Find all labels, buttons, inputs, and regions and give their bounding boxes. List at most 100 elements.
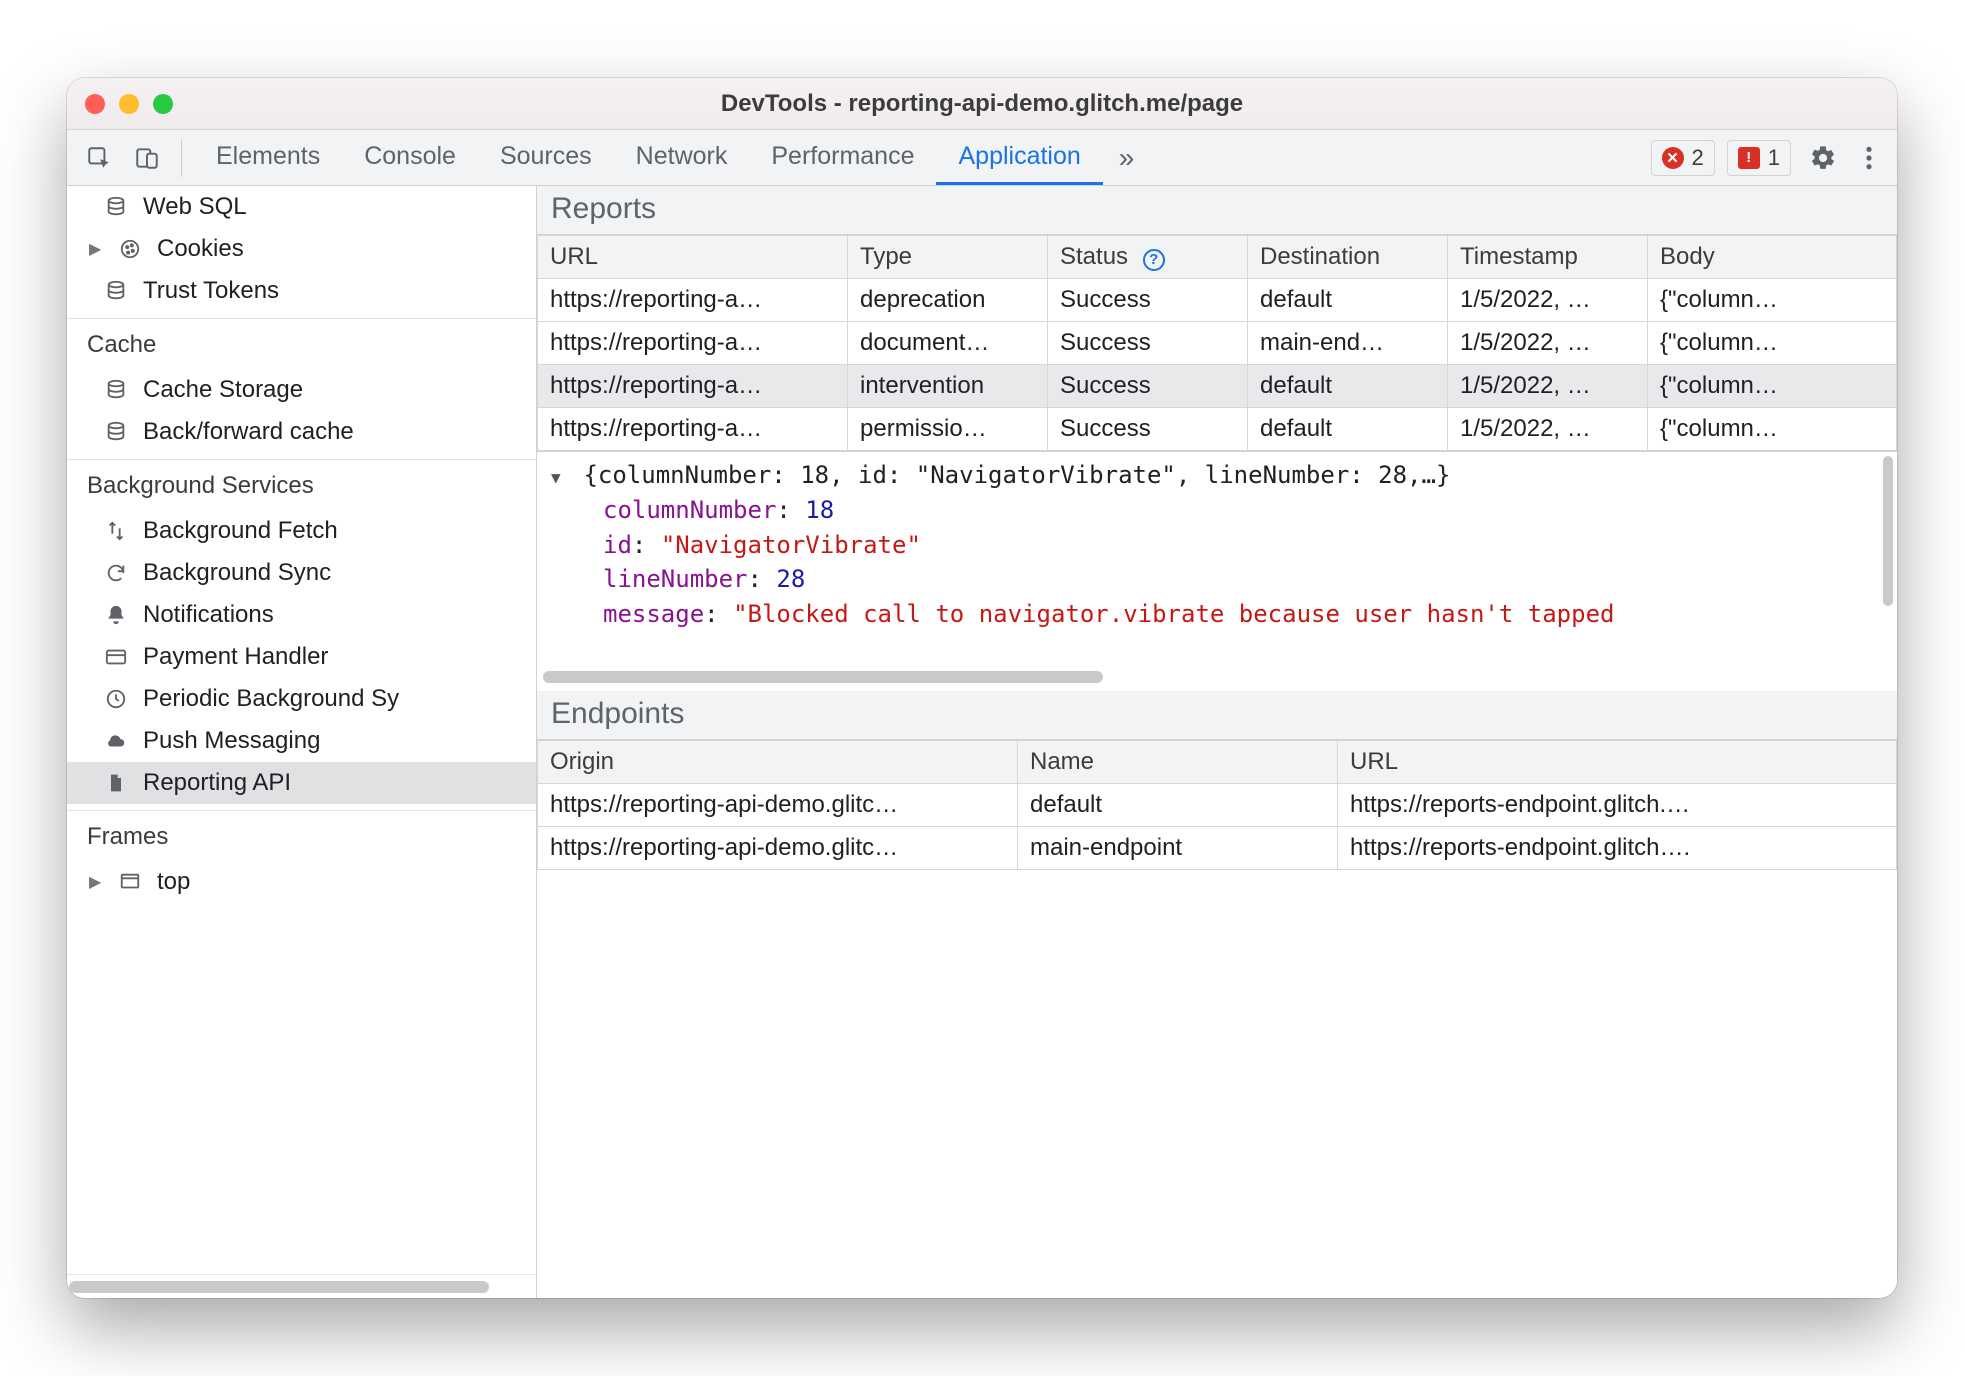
sidebar-item-payment-handler[interactable]: Payment Handler: [67, 636, 536, 678]
table-row[interactable]: https://reporting-a… deprecation Success…: [538, 279, 1897, 322]
database-icon: [103, 419, 129, 445]
tab-sources[interactable]: Sources: [478, 130, 614, 185]
bell-icon: [103, 602, 129, 628]
storage-group: Web SQL ▶ Cookies Trust Tokens: [67, 186, 536, 318]
tab-elements[interactable]: Elements: [194, 130, 342, 185]
table-row[interactable]: https://reporting-api-demo.glitc… main-e…: [538, 827, 1897, 870]
database-icon: [103, 377, 129, 403]
file-icon: [103, 770, 129, 796]
sidebar-section-bgservices: Background Services: [67, 459, 536, 510]
col-status[interactable]: Status ?: [1048, 236, 1248, 279]
col-body[interactable]: Body: [1648, 236, 1897, 279]
issue-icon: !: [1738, 147, 1760, 169]
sidebar-item-label: Reporting API: [143, 769, 291, 797]
devtools-window: DevTools - reporting-api-demo.glitch.me/…: [67, 78, 1897, 1298]
sidebar-item-reporting-api[interactable]: Reporting API: [67, 762, 536, 804]
sidebar-item-bg-fetch[interactable]: Background Fetch: [67, 510, 536, 552]
col-origin[interactable]: Origin: [538, 741, 1018, 784]
help-icon[interactable]: ?: [1143, 249, 1165, 271]
database-icon: [103, 278, 129, 304]
sidebar-item-bg-sync[interactable]: Background Sync: [67, 552, 536, 594]
titlebar: DevTools - reporting-api-demo.glitch.me/…: [67, 78, 1897, 130]
content-pane: Reports URL Type Status ? Destination Ti…: [537, 186, 1897, 1298]
sidebar-item-periodic-bg-sync[interactable]: Periodic Background Sy: [67, 678, 536, 720]
sidebar-item-cache-storage[interactable]: Cache Storage: [67, 369, 536, 411]
scrollbar-thumb[interactable]: [1883, 456, 1893, 606]
sidebar-item-cookies[interactable]: ▶ Cookies: [67, 228, 536, 270]
object-summary: {columnNumber: 18, id: "NavigatorVibrate…: [583, 461, 1450, 489]
panel-tabs: Elements Console Sources Network Perform…: [194, 130, 1103, 185]
sidebar-item-push-messaging[interactable]: Push Messaging: [67, 720, 536, 762]
col-name[interactable]: Name: [1018, 741, 1338, 784]
endpoints-panel-title: Endpoints: [537, 691, 1897, 740]
sidebar-item-label: Background Sync: [143, 559, 331, 587]
table-row[interactable]: https://reporting-api-demo.glitc… defaul…: [538, 784, 1897, 827]
report-body-preview[interactable]: ▼ {columnNumber: 18, id: "NavigatorVibra…: [537, 451, 1897, 691]
cookie-icon: [117, 236, 143, 262]
scrollbar-thumb[interactable]: [69, 1281, 489, 1293]
devtools-topbar: Elements Console Sources Network Perform…: [67, 130, 1897, 186]
sidebar-item-label: Back/forward cache: [143, 418, 354, 446]
sidebar-item-label: Trust Tokens: [143, 277, 279, 305]
issues-badge[interactable]: ! 1: [1727, 140, 1791, 176]
sidebar-item-web-sql[interactable]: Web SQL: [67, 186, 536, 228]
disclosure-triangle-icon[interactable]: ▼: [551, 466, 569, 489]
sidebar-item-label: Cache Storage: [143, 376, 303, 404]
sidebar-item-label: Web SQL: [143, 193, 247, 221]
disclosure-triangle-icon[interactable]: ▶: [89, 872, 103, 892]
reports-panel-title: Reports: [537, 186, 1897, 235]
error-count: 2: [1692, 145, 1704, 171]
settings-icon[interactable]: [1799, 144, 1847, 172]
preview-horizontal-scrollbar[interactable]: [543, 671, 1891, 687]
table-row[interactable]: https://reporting-a… intervention Succes…: [538, 365, 1897, 408]
device-toolbar-icon[interactable]: [125, 136, 169, 180]
sidebar-item-trust-tokens[interactable]: Trust Tokens: [67, 270, 536, 312]
application-sidebar: Web SQL ▶ Cookies Trust Tokens Cache: [67, 186, 537, 1298]
endpoints-table: Origin Name URL https://reporting-api-de…: [537, 740, 1897, 870]
window-title: DevTools - reporting-api-demo.glitch.me/…: [85, 90, 1879, 118]
table-row[interactable]: https://reporting-a… document… Success m…: [538, 322, 1897, 365]
database-icon: [103, 194, 129, 220]
sidebar-item-label: Periodic Background Sy: [143, 685, 399, 713]
reports-table: URL Type Status ? Destination Timestamp …: [537, 235, 1897, 451]
col-url[interactable]: URL: [1338, 741, 1897, 784]
col-url[interactable]: URL: [538, 236, 848, 279]
frame-icon: [117, 869, 143, 895]
tab-console[interactable]: Console: [342, 130, 478, 185]
credit-card-icon: [103, 644, 129, 670]
tab-application[interactable]: Application: [936, 130, 1102, 185]
cloud-icon: [103, 728, 129, 754]
inspect-element-icon[interactable]: [77, 136, 121, 180]
issue-count: 1: [1768, 145, 1780, 171]
sidebar-horizontal-scrollbar[interactable]: [67, 1274, 536, 1298]
sidebar-item-label: Cookies: [157, 235, 244, 263]
more-tabs-icon[interactable]: »: [1107, 142, 1147, 174]
more-menu-icon[interactable]: [1851, 145, 1887, 171]
tab-network[interactable]: Network: [614, 130, 750, 185]
sidebar-section-frames: Frames: [67, 810, 536, 861]
sync-icon: [103, 560, 129, 586]
scrollbar-thumb[interactable]: [543, 671, 1103, 683]
sidebar-item-notifications[interactable]: Notifications: [67, 594, 536, 636]
col-timestamp[interactable]: Timestamp: [1448, 236, 1648, 279]
preview-vertical-scrollbar[interactable]: [1881, 456, 1895, 671]
tab-performance[interactable]: Performance: [749, 130, 936, 185]
col-type[interactable]: Type: [848, 236, 1048, 279]
clock-icon: [103, 686, 129, 712]
sidebar-item-label: Background Fetch: [143, 517, 338, 545]
sidebar-section-cache: Cache: [67, 318, 536, 369]
errors-badge[interactable]: ✕ 2: [1651, 140, 1715, 176]
error-icon: ✕: [1662, 147, 1684, 169]
sidebar-item-label: Payment Handler: [143, 643, 328, 671]
divider: [181, 139, 182, 177]
main-split: Web SQL ▶ Cookies Trust Tokens Cache: [67, 186, 1897, 1298]
sidebar-item-label: top: [157, 868, 190, 896]
table-row[interactable]: https://reporting-a… permissio… Success …: [538, 408, 1897, 451]
updown-icon: [103, 518, 129, 544]
sidebar-item-frame-top[interactable]: ▶ top: [67, 861, 536, 903]
col-destination[interactable]: Destination: [1248, 236, 1448, 279]
disclosure-triangle-icon[interactable]: ▶: [89, 239, 103, 259]
sidebar-item-bf-cache[interactable]: Back/forward cache: [67, 411, 536, 453]
sidebar-item-label: Notifications: [143, 601, 274, 629]
sidebar-item-label: Push Messaging: [143, 727, 320, 755]
